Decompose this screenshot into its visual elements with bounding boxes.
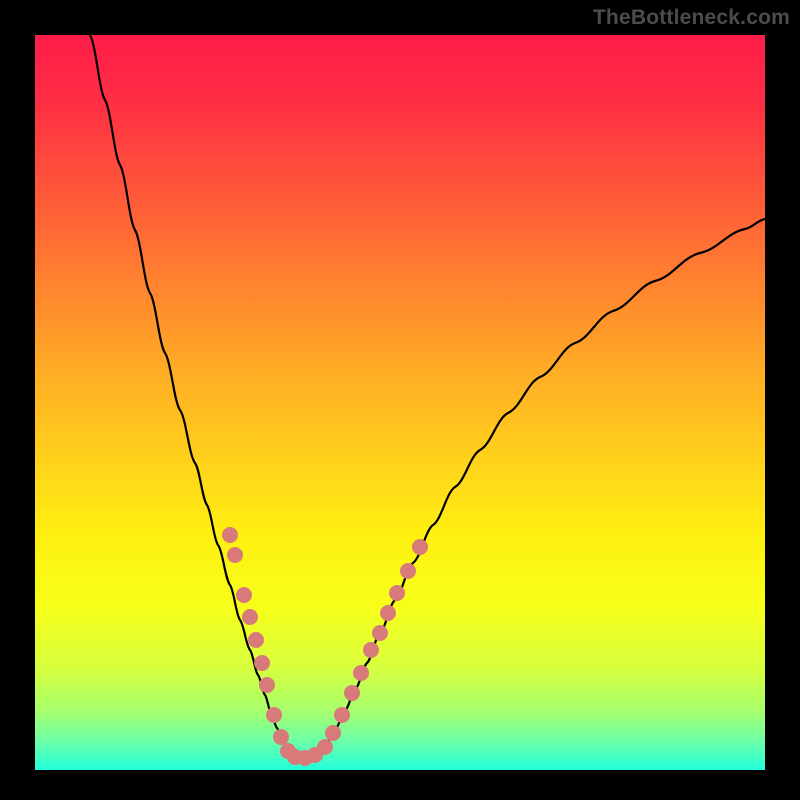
highlight-point bbox=[273, 729, 289, 745]
series-left-curve bbox=[90, 35, 301, 758]
highlight-point bbox=[389, 585, 405, 601]
highlight-point bbox=[400, 563, 416, 579]
highlight-point bbox=[222, 527, 238, 543]
highlight-point bbox=[259, 677, 275, 693]
highlight-point bbox=[344, 685, 360, 701]
highlight-point bbox=[325, 725, 341, 741]
highlight-point bbox=[380, 605, 396, 621]
plot-area bbox=[35, 35, 765, 770]
curves-layer bbox=[35, 35, 765, 770]
highlight-point bbox=[372, 625, 388, 641]
highlight-point bbox=[363, 642, 379, 658]
highlight-point bbox=[254, 655, 270, 671]
highlight-point bbox=[334, 707, 350, 723]
highlight-point bbox=[248, 632, 264, 648]
highlight-point bbox=[236, 587, 252, 603]
series-right-curve bbox=[301, 219, 765, 758]
highlight-point bbox=[353, 665, 369, 681]
highlight-point bbox=[412, 539, 428, 555]
watermark-label: TheBottleneck.com bbox=[593, 6, 790, 30]
highlight-point bbox=[317, 739, 333, 755]
highlight-point bbox=[242, 609, 258, 625]
chart-frame: TheBottleneck.com bbox=[0, 0, 800, 800]
highlight-point bbox=[227, 547, 243, 563]
highlight-point bbox=[266, 707, 282, 723]
